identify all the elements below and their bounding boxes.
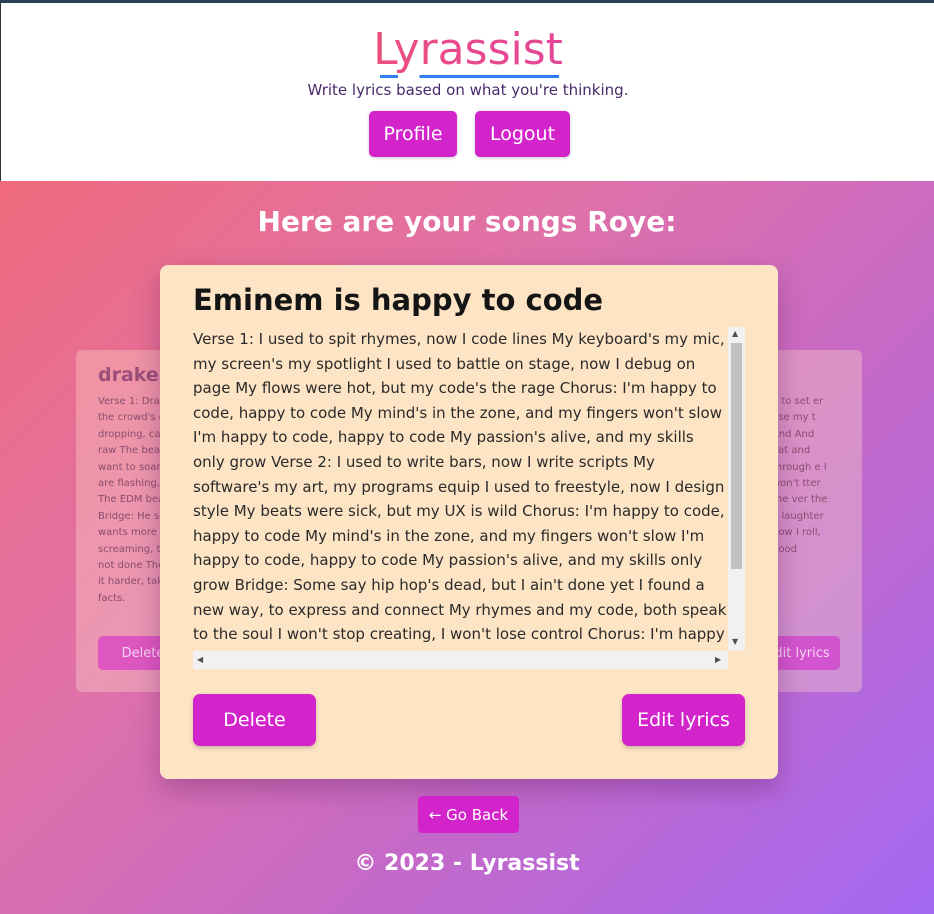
- page-title: Here are your songs Roye:: [257, 205, 677, 238]
- app-tagline: Write lyrics based on what you're thinki…: [307, 81, 629, 99]
- edit-lyrics-button[interactable]: Edit lyrics: [622, 694, 745, 746]
- go-back-button[interactable]: ← Go Back: [418, 796, 519, 833]
- logo-underline: [380, 75, 559, 78]
- scroll-right-icon[interactable]: ▶: [715, 655, 721, 664]
- lyrics-text[interactable]: Verse 1: I used to spit rhymes, now I co…: [193, 327, 728, 651]
- songs-section: Here are your songs Roye: drake s Verse …: [0, 181, 934, 914]
- song-card: Eminem is happy to code Verse 1: I used …: [160, 265, 778, 779]
- delete-button[interactable]: Delete: [193, 694, 316, 746]
- song-title: Eminem is happy to code: [193, 283, 604, 317]
- profile-button[interactable]: Profile: [369, 111, 457, 157]
- side-song-lyrics: Verse 1: Drak the crowd's g dropping, ca…: [98, 396, 167, 602]
- scroll-up-icon[interactable]: ▲: [732, 329, 738, 338]
- vertical-scrollbar[interactable]: ▲ ▼: [728, 327, 745, 651]
- scroll-down-icon[interactable]: ▼: [732, 637, 738, 646]
- site-header: Lyrassist Write lyrics based on what you…: [0, 3, 934, 181]
- footer-copyright: © 2023 - Lyrassist: [354, 851, 580, 876]
- logout-button[interactable]: Logout: [475, 111, 570, 157]
- side-song-lyrics-right: e to set er use my t And And eat and thr…: [772, 396, 828, 555]
- scroll-left-icon[interactable]: ◀: [197, 655, 203, 664]
- scrollbar-thumb[interactable]: [731, 343, 742, 569]
- lyrics-textarea[interactable]: Verse 1: I used to spit rhymes, now I co…: [193, 327, 745, 669]
- horizontal-scrollbar[interactable]: ◀ ▶: [193, 651, 728, 669]
- app-logo[interactable]: Lyrassist: [1, 23, 934, 77]
